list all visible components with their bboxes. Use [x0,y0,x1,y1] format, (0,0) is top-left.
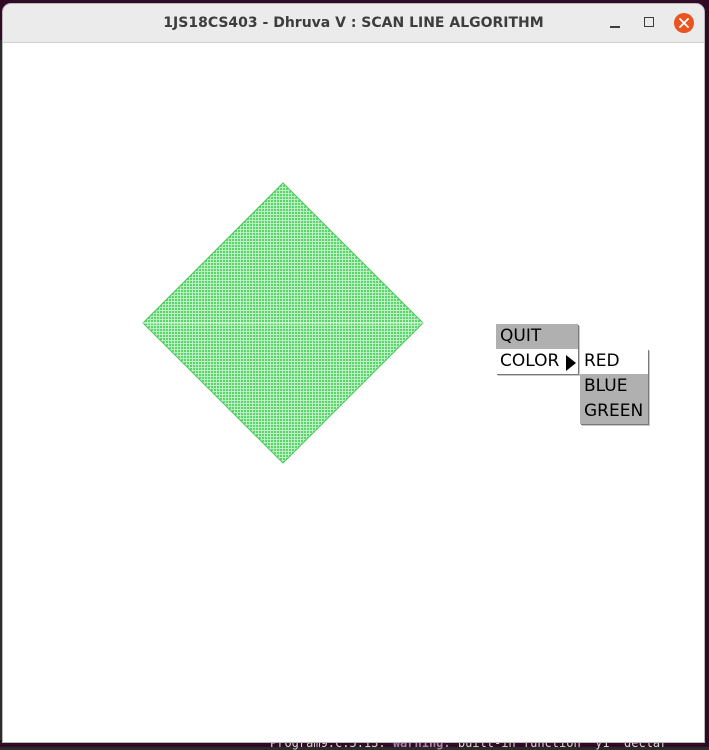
close-button[interactable] [674,13,694,33]
drawing-canvas[interactable]: QUIT COLOR RED BLUE GREEN [3,43,704,742]
title-bar[interactable]: 1JS18CS403 - Dhruva V : SCAN LINE ALGORI… [3,4,704,43]
submenu-arrow-icon [566,355,576,371]
color-submenu: RED BLUE GREEN [580,349,648,424]
submenu-item-blue[interactable]: BLUE [580,374,648,399]
minimize-button[interactable] [605,13,625,33]
popup-menu: QUIT COLOR [496,324,578,374]
close-icon [679,18,689,28]
menu-item-quit[interactable]: QUIT [496,324,578,349]
app-window: 1JS18CS403 - Dhruva V : SCAN LINE ALGORI… [3,4,704,742]
submenu-item-green[interactable]: GREEN [580,399,648,424]
scanline-filled-polygon [142,182,424,464]
window-title: 1JS18CS403 - Dhruva V : SCAN LINE ALGORI… [163,15,544,31]
submenu-item-red[interactable]: RED [580,349,648,374]
maximize-button[interactable] [640,13,660,33]
